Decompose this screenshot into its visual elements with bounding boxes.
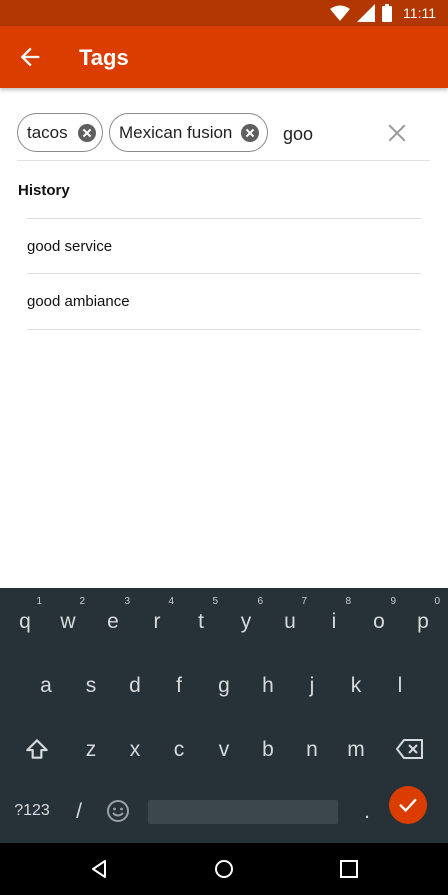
key-hint: 2: [79, 596, 85, 607]
key-t[interactable]: t5: [190, 596, 218, 634]
key-f[interactable]: f: [168, 674, 190, 698]
history-heading: History: [18, 182, 70, 199]
key-hint: 5: [212, 596, 218, 607]
key-n[interactable]: n: [301, 738, 323, 762]
shift-icon[interactable]: [24, 736, 50, 762]
divider: [27, 329, 421, 330]
key-l[interactable]: l: [389, 674, 411, 698]
emoji-icon[interactable]: [106, 799, 130, 823]
app-bar: Tags: [0, 26, 448, 88]
remove-chip-icon[interactable]: [241, 124, 259, 142]
key-r[interactable]: r4: [146, 596, 175, 634]
tag-search-input[interactable]: [283, 122, 383, 146]
key-y[interactable]: y6: [235, 596, 263, 634]
close-icon[interactable]: [387, 123, 407, 143]
key-o[interactable]: o9: [368, 596, 396, 634]
key-hint: 6: [257, 596, 263, 607]
key-c[interactable]: c: [168, 738, 190, 762]
key-p[interactable]: p0: [412, 596, 440, 634]
key-s[interactable]: s: [80, 674, 102, 698]
key-h[interactable]: h: [257, 674, 279, 698]
input-underline: [17, 160, 430, 161]
key-j[interactable]: j: [301, 674, 323, 698]
key-k[interactable]: k: [345, 674, 367, 698]
space-key[interactable]: [148, 800, 338, 824]
key-i[interactable]: i8: [323, 596, 351, 634]
key-w[interactable]: w2: [57, 596, 85, 634]
key-hint: 0: [434, 596, 440, 607]
history-item[interactable]: good service: [27, 219, 421, 273]
key-hint: 7: [301, 596, 307, 607]
key-b[interactable]: b: [257, 738, 279, 762]
key-z[interactable]: z: [80, 738, 102, 762]
history-item[interactable]: good ambiance: [27, 274, 421, 328]
soft-keyboard: q1 w2 e3 r4 t5 y6 u7 i8 o9 p0 a s d f g …: [0, 588, 448, 843]
key-hint: 8: [345, 596, 351, 607]
key-e[interactable]: e3: [102, 596, 130, 634]
key-x[interactable]: x: [124, 738, 146, 762]
key-slash[interactable]: /: [70, 800, 88, 824]
status-icons: 11:11: [330, 3, 436, 23]
tag-input-row: tacos Mexican fusion: [17, 113, 431, 153]
cell-signal-icon: [357, 4, 376, 22]
symbols-key[interactable]: ?123: [10, 802, 54, 820]
remove-chip-icon[interactable]: [78, 124, 96, 142]
recents-icon[interactable]: [337, 857, 361, 881]
key-g[interactable]: g: [213, 674, 235, 698]
backspace-icon[interactable]: [395, 738, 425, 760]
navigation-bar: [0, 843, 448, 895]
tag-chip-label: Mexican fusion: [119, 122, 233, 142]
home-icon[interactable]: [212, 857, 236, 881]
key-d[interactable]: d: [124, 674, 146, 698]
key-u[interactable]: u7: [279, 596, 307, 634]
key-q[interactable]: q1: [14, 596, 42, 634]
tag-chip-label: tacos: [27, 122, 68, 142]
key-a[interactable]: a: [35, 674, 57, 698]
key-period[interactable]: .: [358, 800, 376, 824]
arrow-back-icon[interactable]: [16, 43, 44, 71]
check-icon: [399, 798, 417, 812]
history-item-label: good ambiance: [27, 292, 130, 310]
key-hint: 4: [168, 596, 174, 607]
nav-back-icon[interactable]: [88, 857, 112, 881]
key-m[interactable]: m: [345, 738, 367, 762]
key-hint: 3: [124, 596, 130, 607]
key-hint: 1: [36, 596, 42, 607]
battery-icon: [382, 4, 393, 22]
tag-chip[interactable]: tacos: [17, 113, 103, 152]
status-time: 11:11: [403, 5, 436, 21]
tag-chip[interactable]: Mexican fusion: [109, 113, 268, 152]
enter-button[interactable]: [389, 786, 427, 824]
wifi-icon: [330, 5, 351, 21]
status-bar: 11:11: [0, 0, 448, 26]
history-item-label: good service: [27, 237, 113, 255]
key-hint: 9: [390, 596, 396, 607]
page-title: Tags: [79, 45, 129, 70]
key-v[interactable]: v: [213, 738, 235, 762]
